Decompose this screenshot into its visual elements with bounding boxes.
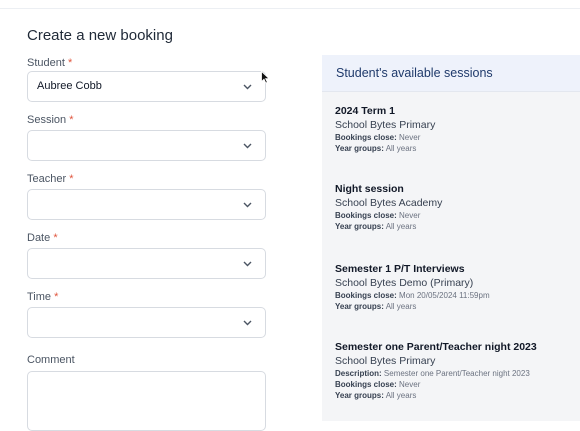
student-label: Student * <box>27 57 73 69</box>
session-name: Semester 1 P/T Interviews <box>335 263 465 275</box>
teacher-label: Teacher * <box>27 173 74 185</box>
session-school: School Bytes Primary <box>335 355 436 367</box>
session-name: Semester one Parent/Teacher night 2023 <box>335 341 537 353</box>
chevron-down-icon <box>243 72 252 90</box>
chevron-down-icon <box>243 249 252 267</box>
top-divider <box>0 8 580 9</box>
session-label: Session * <box>27 114 74 126</box>
session-school: School Bytes Academy <box>335 197 443 209</box>
session-name: Night session <box>335 183 404 195</box>
student-field: Student * Aubree Cobb <box>27 56 266 102</box>
session-bookings-close: Bookings close: Never <box>335 133 421 142</box>
teacher-field: Teacher * <box>27 172 266 220</box>
required-marker: * <box>54 291 59 303</box>
session-school: School Bytes Demo (Primary) <box>335 277 474 289</box>
session-bookings-close: Bookings close: Never <box>335 380 421 389</box>
time-field: Time * <box>27 290 266 338</box>
date-select[interactable] <box>27 248 266 279</box>
session-year-groups: Year groups: All years <box>335 222 417 231</box>
chevron-down-icon <box>243 190 252 208</box>
student-select-value: Aubree Cobb <box>37 80 102 92</box>
session-description: Description: Semester one Parent/Teacher… <box>335 369 530 378</box>
date-label: Date * <box>27 232 58 244</box>
time-label: Time * <box>27 291 59 303</box>
session-year-groups: Year groups: All years <box>335 144 417 153</box>
session-card[interactable]: Semester one Parent/Teacher night 2023 S… <box>335 340 580 401</box>
chevron-down-icon <box>243 308 252 326</box>
session-select[interactable] <box>27 130 266 161</box>
comment-field: Comment <box>27 353 266 431</box>
required-marker: * <box>53 232 58 244</box>
session-card[interactable]: Night session School Bytes Academy Booki… <box>335 182 580 232</box>
page-title: Create a new booking <box>27 27 173 44</box>
session-bookings-close: Bookings close: Mon 20/05/2024 11:59pm <box>335 291 490 300</box>
panel-title: Student's available sessions <box>322 55 580 92</box>
required-marker: * <box>69 114 74 126</box>
time-select[interactable] <box>27 307 266 338</box>
required-marker: * <box>69 173 74 185</box>
mouse-cursor-icon <box>261 70 271 89</box>
booking-form: Student * Aubree Cobb Session * Teacher … <box>27 56 266 431</box>
session-school: School Bytes Primary <box>335 119 436 131</box>
required-marker: * <box>67 57 73 69</box>
session-bookings-close: Bookings close: Never <box>335 211 421 220</box>
session-year-groups: Year groups: All years <box>335 391 417 400</box>
session-name: 2024 Term 1 <box>335 105 395 117</box>
teacher-select[interactable] <box>27 189 266 220</box>
comment-label: Comment <box>27 354 75 366</box>
session-card[interactable]: Semester 1 P/T Interviews School Bytes D… <box>335 262 580 312</box>
session-field: Session * <box>27 113 266 161</box>
comment-textarea[interactable] <box>27 371 266 431</box>
session-year-groups: Year groups: All years <box>335 302 417 311</box>
date-field: Date * <box>27 231 266 279</box>
chevron-down-icon <box>243 131 252 149</box>
available-sessions-panel: Student's available sessions 2024 Term 1… <box>322 55 580 421</box>
student-select[interactable]: Aubree Cobb <box>27 71 266 102</box>
session-card[interactable]: 2024 Term 1 School Bytes Primary Booking… <box>335 104 580 154</box>
